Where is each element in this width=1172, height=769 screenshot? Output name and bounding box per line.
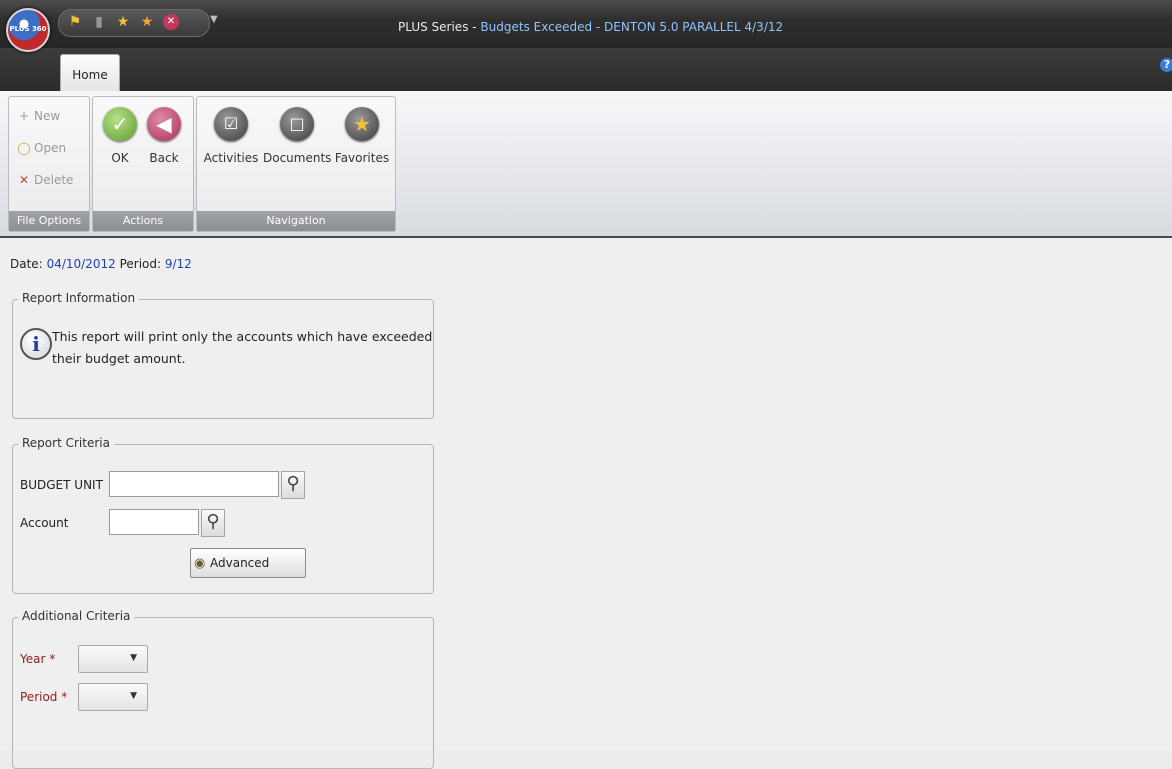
- date-value[interactable]: 04/10/2012: [47, 257, 116, 271]
- additional-criteria-legend: Additional Criteria: [18, 609, 135, 623]
- account-input[interactable]: [109, 509, 199, 535]
- period-select-label: Period *: [20, 690, 68, 704]
- window-title: PLUS Series - Budgets Exceeded - DENTON …: [398, 20, 783, 34]
- report-information-line1: This report will print only the accounts…: [52, 329, 433, 344]
- open-icon: ◯: [17, 141, 31, 155]
- activities-button[interactable]: ☑ Activities: [201, 107, 261, 165]
- period-label: Period:: [119, 257, 162, 271]
- report-information-text: This report will print only the accounts…: [52, 329, 432, 366]
- plus-icon: +: [18, 109, 30, 123]
- favorites-button[interactable]: ★ Favorites: [333, 107, 391, 165]
- close-icon[interactable]: ✕: [163, 14, 179, 30]
- report-information-line2: their budget amount.: [52, 351, 186, 366]
- chevron-down-icon[interactable]: ▼: [210, 14, 218, 25]
- open-button[interactable]: ◯ Open: [17, 141, 66, 155]
- period-select[interactable]: ▼: [78, 683, 148, 711]
- file-options-label: File Options: [9, 211, 89, 231]
- activities-label: Activities: [203, 151, 259, 165]
- advanced-label: Advanced: [210, 556, 270, 570]
- back-button[interactable]: ◀ Back: [143, 107, 185, 165]
- report-criteria-legend: Report Criteria: [18, 436, 114, 450]
- account-search-icon[interactable]: ⚲: [201, 509, 225, 537]
- favorites-label: Favorites: [334, 151, 390, 165]
- period-value[interactable]: 9/12: [165, 257, 192, 271]
- chevron-down-icon: ▼: [130, 653, 137, 663]
- year-select[interactable]: ▼: [78, 645, 148, 673]
- quick-access-toolbar: ⚑ ▮ ★ ★ ✕: [58, 9, 210, 37]
- account-label: Account: [20, 516, 69, 530]
- ok-label: OK: [111, 151, 129, 165]
- app-orb-label: PLUS 360: [9, 25, 47, 33]
- report-information-legend: Report Information: [18, 291, 140, 305]
- year-label: Year *: [20, 652, 56, 666]
- back-arrow-icon: ◀: [147, 107, 181, 141]
- delete-button[interactable]: ✕ Delete: [17, 173, 73, 187]
- file-options-group: + New ◯ Open ✕ Delete File Options: [8, 96, 90, 232]
- delete-icon: ✕: [18, 173, 30, 187]
- help-icon[interactable]: ?: [1160, 58, 1172, 72]
- back-label: Back: [149, 151, 179, 165]
- window-title-prefix: PLUS Series -: [398, 20, 481, 34]
- documents-button[interactable]: □ Documents: [263, 107, 331, 165]
- documents-label: Documents: [263, 151, 332, 165]
- new-button[interactable]: + New: [17, 109, 60, 123]
- date-period-row: Date: 04/10/2012 Period: 9/12: [10, 257, 192, 271]
- info-icon: i: [20, 328, 52, 360]
- star-remove-icon[interactable]: ★: [139, 14, 155, 30]
- megaphone-icon[interactable]: ⚑: [67, 14, 83, 30]
- actions-label: Actions: [93, 211, 193, 231]
- document-icon[interactable]: ▮: [91, 14, 107, 30]
- checkmark-icon: ✓: [103, 107, 137, 141]
- open-label: Open: [34, 141, 67, 155]
- window-title-highlight: Budgets Exceeded - DENTON 5.0 PARALLEL 4…: [480, 20, 784, 34]
- advanced-button[interactable]: ◉ Advanced: [190, 548, 306, 578]
- date-label: Date:: [10, 257, 43, 271]
- additional-criteria-panel: [12, 617, 434, 769]
- ok-button[interactable]: ✓ OK: [99, 107, 141, 165]
- star-add-icon[interactable]: ★: [115, 14, 131, 30]
- navigation-group: ☑ Activities □ Documents ★ Favorites Nav…: [196, 96, 396, 232]
- star-icon: ★: [345, 107, 379, 141]
- delete-label: Delete: [34, 173, 74, 187]
- documents-icon: □: [280, 107, 314, 141]
- app-orb-button[interactable]: PLUS 360: [6, 8, 50, 52]
- binoculars-icon: ◉: [194, 556, 206, 571]
- budget-unit-input[interactable]: [109, 471, 279, 497]
- budget-unit-search-icon[interactable]: ⚲: [281, 471, 305, 499]
- activities-icon: ☑: [214, 107, 248, 141]
- new-label: New: [34, 109, 61, 123]
- budget-unit-label: BUDGET UNIT: [20, 478, 103, 492]
- tab-home[interactable]: Home: [60, 54, 120, 91]
- tab-strip: [0, 48, 1172, 92]
- actions-group: ✓ OK ◀ Back Actions: [92, 96, 194, 232]
- chevron-down-icon: ▼: [130, 691, 137, 701]
- navigation-label: Navigation: [197, 211, 395, 231]
